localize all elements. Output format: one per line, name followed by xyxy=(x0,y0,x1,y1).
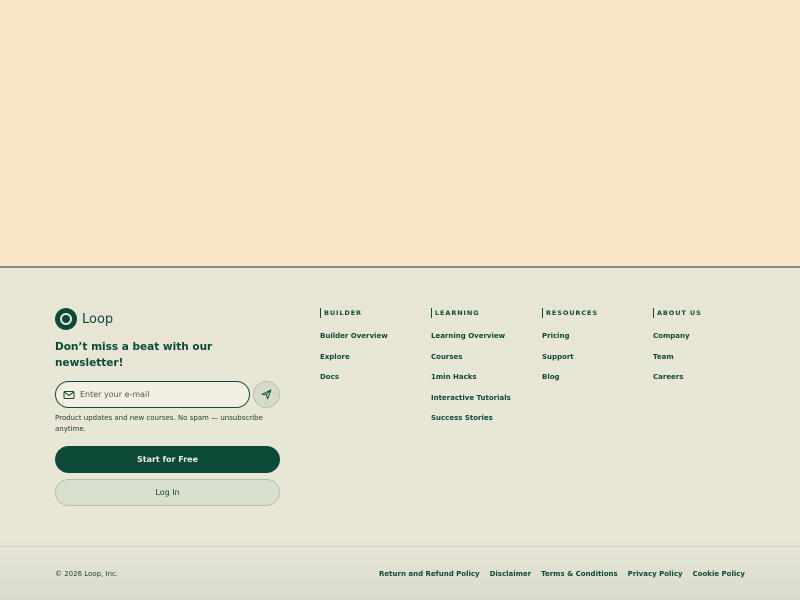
log-in-button[interactable]: Log In xyxy=(55,479,280,506)
footer-bottom-bar: © 2026 Loop, Inc. Return and Refund Poli… xyxy=(0,546,800,600)
start-for-free-button[interactable]: Start for Free xyxy=(55,446,280,473)
send-icon xyxy=(261,389,272,400)
footer-link-careers[interactable]: Careers xyxy=(653,372,763,393)
copyright: © 2026 Loop, Inc. xyxy=(55,570,119,578)
column-heading: ABOUT US xyxy=(653,308,763,318)
footer-column-learning: LEARNING Learning Overview Courses 1min … xyxy=(431,308,541,434)
site-footer: Loop Don’t miss a beat with our newslett… xyxy=(0,266,800,600)
footer-column-builder: BUILDER Builder Overview Explore Docs xyxy=(320,308,430,393)
column-heading: BUILDER xyxy=(320,308,430,318)
hero-area xyxy=(0,0,800,266)
email-input[interactable] xyxy=(76,390,240,399)
legal-link-refund-policy[interactable]: Return and Refund Policy xyxy=(379,570,480,578)
page: Loop Don’t miss a beat with our newslett… xyxy=(0,0,800,600)
legal-links: Return and Refund Policy Disclaimer Term… xyxy=(379,570,745,578)
email-field-wrapper[interactable] xyxy=(55,381,250,408)
brand[interactable]: Loop xyxy=(55,308,113,330)
footer-link-interactive-tutorials[interactable]: Interactive Tutorials xyxy=(431,393,541,414)
legal-link-terms[interactable]: Terms & Conditions xyxy=(541,570,618,578)
legal-link-privacy-policy[interactable]: Privacy Policy xyxy=(628,570,683,578)
footer-link-company[interactable]: Company xyxy=(653,331,763,352)
footer-link-support[interactable]: Support xyxy=(542,352,652,373)
newsletter-send-button[interactable] xyxy=(253,381,280,408)
footer-link-courses[interactable]: Courses xyxy=(431,352,541,373)
footer-column-about-us: ABOUT US Company Team Careers xyxy=(653,308,763,393)
footer-link-pricing[interactable]: Pricing xyxy=(542,331,652,352)
column-heading: RESOURCES xyxy=(542,308,652,318)
legal-link-cookie-policy[interactable]: Cookie Policy xyxy=(693,570,745,578)
footer-link-builder-overview[interactable]: Builder Overview xyxy=(320,331,430,352)
footer-link-success-stories[interactable]: Success Stories xyxy=(431,413,541,434)
brand-name: Loop xyxy=(82,311,114,327)
circle-logo-icon xyxy=(55,308,77,330)
column-heading: LEARNING xyxy=(431,308,541,318)
footer-link-1min-hacks[interactable]: 1min Hacks xyxy=(431,372,541,393)
footer-link-blog[interactable]: Blog xyxy=(542,372,652,393)
footer-column-resources: RESOURCES Pricing Support Blog xyxy=(542,308,652,393)
mail-icon xyxy=(63,390,75,399)
footer-link-explore[interactable]: Explore xyxy=(320,352,430,373)
footer-link-docs[interactable]: Docs xyxy=(320,372,430,393)
legal-link-disclaimer[interactable]: Disclaimer xyxy=(490,570,532,578)
newsletter-headline: Don’t miss a beat with our newsletter! xyxy=(55,341,213,369)
footer-link-team[interactable]: Team xyxy=(653,352,763,373)
footer-link-learning-overview[interactable]: Learning Overview xyxy=(431,331,541,352)
newsletter-note: Product updates and new courses. No spam… xyxy=(55,414,263,433)
